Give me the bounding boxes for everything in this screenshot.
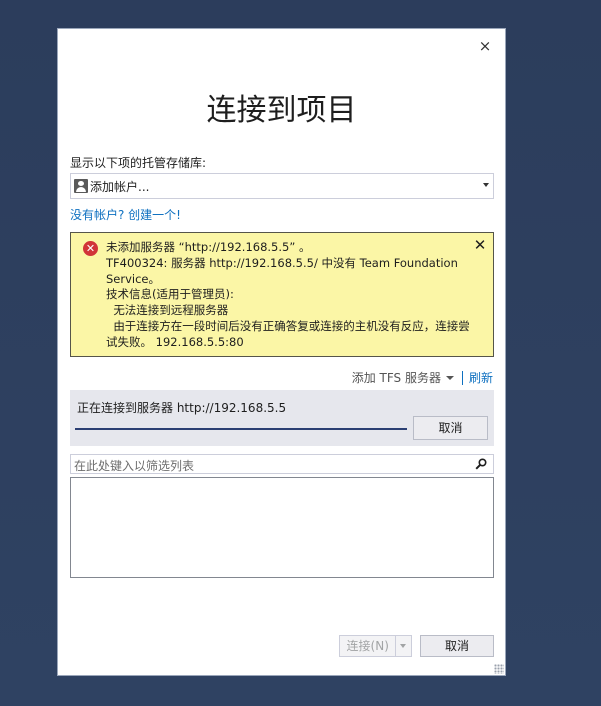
chevron-down-icon <box>483 183 489 187</box>
error-message: 未添加服务器 “http://192.168.5.5” 。 TF400324: … <box>106 240 471 351</box>
search-icon[interactable] <box>475 458 487 470</box>
account-dropdown[interactable]: 添加帐户... <box>70 173 494 199</box>
error-line: 无法连接到远程服务器 <box>106 303 229 318</box>
progress-bar-fill <box>75 428 407 430</box>
connect-split-button[interactable]: 连接(N) <box>339 635 412 657</box>
refresh-link[interactable]: 刷新 <box>469 369 493 386</box>
connect-to-project-dialog: × 连接到项目 显示以下项的托管存储库: 添加帐户... 没有帐户? 创建一个!… <box>57 28 506 676</box>
dismiss-error-icon[interactable]: ✕ <box>473 237 487 253</box>
error-line: 由于连接方在一段时间后没有正确答复或连接的主机没有反应，连接尝试失败。 192.… <box>106 318 470 349</box>
add-tfs-server-label: 添加 TFS 服务器 <box>351 371 441 385</box>
progress-bar <box>75 428 407 430</box>
error-line: 未添加服务器 “http://192.168.5.5” 。 <box>106 240 311 254</box>
connect-button[interactable]: 连接(N) <box>340 636 395 656</box>
connection-progress-panel: 正在连接到服务器 http://192.168.5.5 取消 <box>70 390 494 446</box>
person-icon <box>74 179 88 193</box>
error-icon: ✕ <box>83 241 98 256</box>
error-line: 技术信息(适用于管理员): <box>106 287 234 302</box>
page-title: 连接到项目 <box>206 93 357 128</box>
error-line: TF400324: 服务器 http://192.168.5.5/ 中没有 Te… <box>106 255 462 286</box>
toolbar-divider <box>461 370 463 385</box>
server-toolbar: 添加 TFS 服务器 刷新 <box>352 369 493 386</box>
error-banner: ✕ ✕ 未添加服务器 “http://192.168.5.5” 。 TF4003… <box>70 232 494 357</box>
filter-input[interactable] <box>71 457 464 475</box>
progress-status-text: 正在连接到服务器 http://192.168.5.5 <box>77 401 287 415</box>
connect-dropdown-icon[interactable] <box>395 636 411 656</box>
cancel-button[interactable]: 取消 <box>420 635 494 657</box>
project-list[interactable] <box>70 477 494 578</box>
resize-grip-icon[interactable] <box>494 664 504 674</box>
close-icon[interactable]: × <box>477 38 493 54</box>
create-account-link[interactable]: 没有帐户? 创建一个! <box>70 206 181 223</box>
add-tfs-server-button[interactable]: 添加 TFS 服务器 <box>352 369 454 386</box>
account-dropdown-value: 添加帐户... <box>90 179 150 194</box>
chevron-down-icon <box>445 376 454 380</box>
filter-field[interactable] <box>70 454 494 475</box>
cancel-connection-button[interactable]: 取消 <box>413 416 488 440</box>
repos-label: 显示以下项的托管存储库: <box>70 156 207 170</box>
